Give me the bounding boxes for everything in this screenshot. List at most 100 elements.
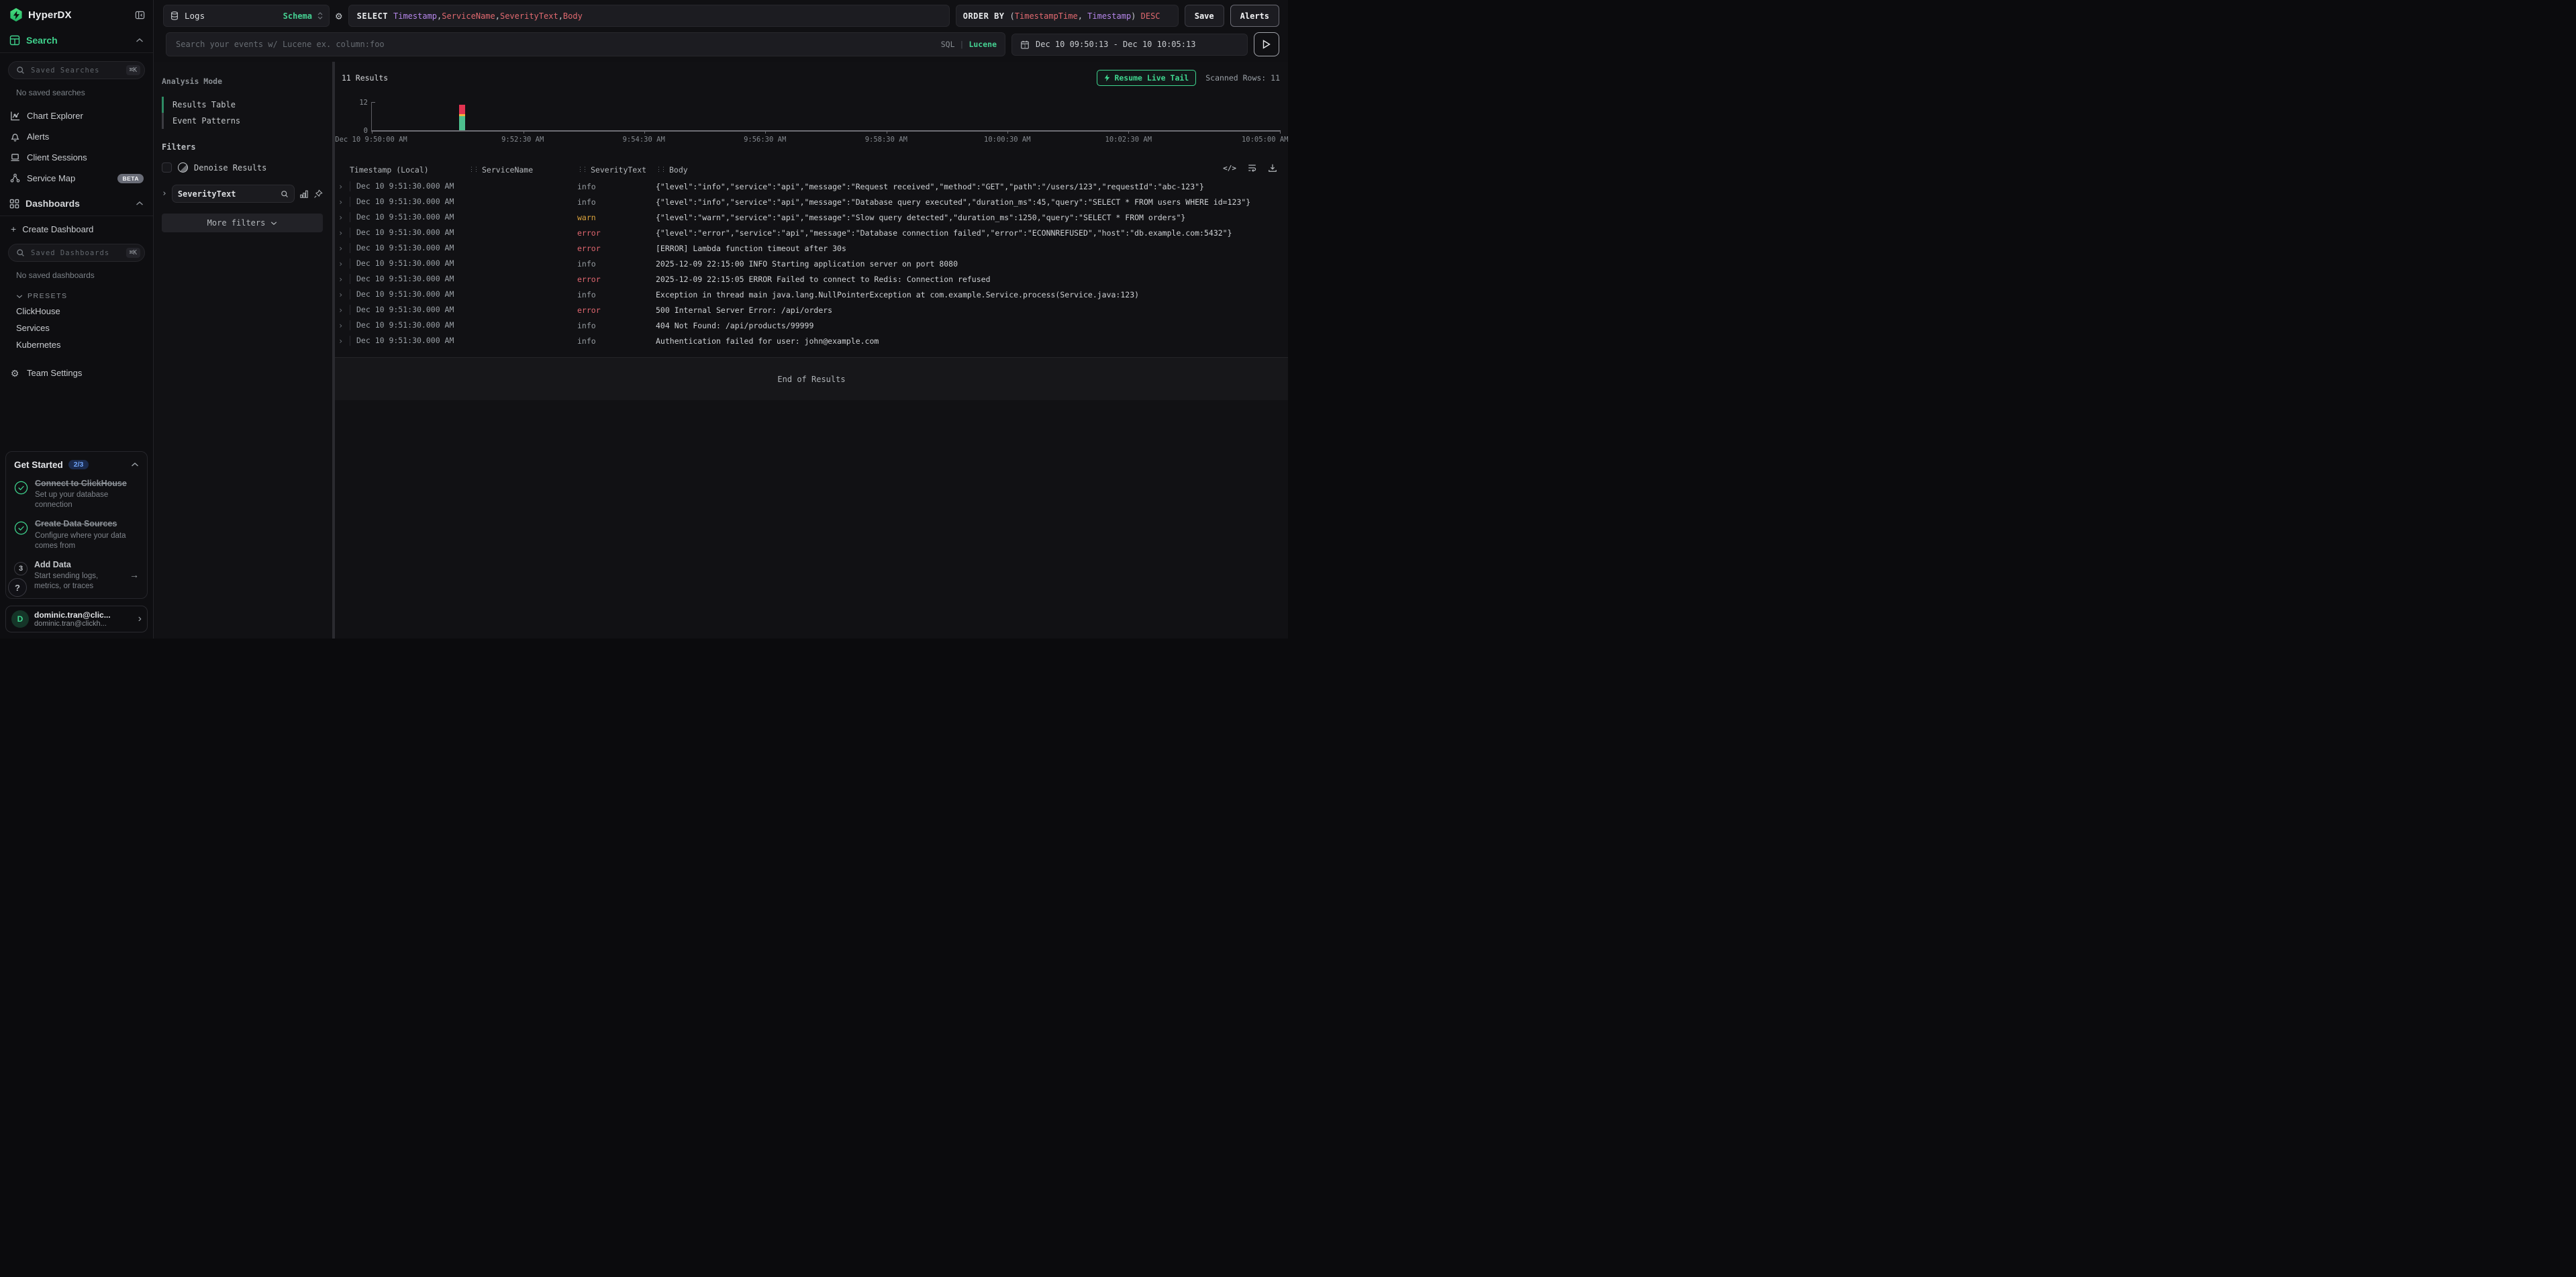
- column-header-timestamp[interactable]: Timestamp (Local): [350, 165, 468, 175]
- resume-live-tail-button[interactable]: Resume Live Tail: [1097, 70, 1196, 86]
- alerts-button[interactable]: Alerts: [1230, 5, 1279, 27]
- drag-handle-icon[interactable]: ⋮⋮: [656, 167, 665, 173]
- sidebar-section-dashboards[interactable]: Dashboards: [0, 191, 153, 216]
- download-icon[interactable]: [1268, 163, 1277, 173]
- chart-explorer-icon: [9, 111, 20, 121]
- row-expand-icon[interactable]: ›: [338, 259, 350, 269]
- get-started-header[interactable]: Get Started 2/3: [14, 460, 139, 470]
- saved-searches-input[interactable]: ⌘K: [8, 61, 145, 79]
- row-expand-icon[interactable]: ›: [338, 213, 350, 222]
- sidebar-item-client-sessions[interactable]: Client Sessions: [0, 147, 153, 168]
- wrap-text-icon[interactable]: [1247, 163, 1257, 173]
- help-button[interactable]: ?: [8, 578, 27, 597]
- table-row[interactable]: ›Dec 10 9:51:30.000 AMinfo404 Not Found:…: [335, 318, 1288, 333]
- sidebar-item-alerts[interactable]: Alerts: [0, 126, 153, 147]
- table-row[interactable]: ›Dec 10 9:51:30.000 AMerror{"level":"err…: [335, 225, 1288, 240]
- chevron-up-icon[interactable]: [136, 201, 144, 206]
- sidebar-item-chart-explorer[interactable]: Chart Explorer: [0, 105, 153, 126]
- pin-icon[interactable]: [313, 189, 323, 199]
- run-query-button[interactable]: [1254, 32, 1279, 56]
- avatar: D: [11, 610, 29, 628]
- top-query-bar: Logs Schema ⚙ SELECT Timestamp,ServiceNa…: [154, 0, 1288, 31]
- column-header-severitytext[interactable]: ⋮⋮SeverityText: [577, 165, 656, 175]
- select-tokens: Timestamp,ServiceName,SeverityText,Body: [393, 11, 583, 21]
- table-row[interactable]: ›Dec 10 9:51:30.000 AMerror[ERROR] Lambd…: [335, 240, 1288, 256]
- table-row[interactable]: ›Dec 10 9:51:30.000 AMinfo{"level":"info…: [335, 194, 1288, 209]
- sql-toggle[interactable]: SQL: [941, 40, 955, 49]
- filters-label: Filters: [162, 142, 323, 152]
- denoise-results-toggle[interactable]: Denoise Results: [162, 162, 323, 173]
- drag-handle-icon[interactable]: ⋮⋮: [468, 167, 478, 173]
- chevron-right-icon[interactable]: ›: [162, 189, 167, 199]
- source-settings-gear-icon[interactable]: ⚙: [336, 11, 342, 21]
- checkbox-unchecked[interactable]: [162, 162, 172, 173]
- row-expand-icon[interactable]: ›: [338, 228, 350, 238]
- saved-searches-field[interactable]: [30, 66, 121, 75]
- saved-dashboards-input[interactable]: ⌘K: [8, 244, 145, 262]
- more-filters-button[interactable]: More filters: [162, 214, 323, 232]
- mode-event-patterns[interactable]: Event Patterns: [162, 113, 323, 129]
- table-row[interactable]: ›Dec 10 9:51:30.000 AMinfoException in t…: [335, 287, 1288, 302]
- step-add-data[interactable]: 3 Add Data Start sending logs, metrics, …: [14, 560, 139, 592]
- presets-toggle[interactable]: PRESETS: [0, 284, 153, 303]
- code-icon[interactable]: </>: [1223, 164, 1236, 173]
- hyperdx-logo-icon: [9, 8, 23, 21]
- arrow-right-icon: →: [130, 569, 139, 580]
- user-card[interactable]: D dominic.tran@clic... dominic.tran@clic…: [5, 606, 148, 632]
- chevron-up-icon[interactable]: [136, 38, 144, 43]
- event-search-input[interactable]: [175, 39, 936, 50]
- preset-clickhouse[interactable]: ClickHouse: [0, 303, 153, 320]
- search-icon[interactable]: [281, 190, 289, 198]
- drag-handle-icon[interactable]: ⋮⋮: [577, 167, 587, 173]
- saved-dashboards-field[interactable]: [30, 248, 121, 258]
- step-connect-clickhouse[interactable]: Connect to ClickHouse Set up your databa…: [14, 479, 139, 511]
- sidebar-item-service-map[interactable]: Service Map BETA: [0, 168, 153, 189]
- event-search-box[interactable]: SQL | Lucene: [166, 32, 1005, 56]
- row-expand-icon[interactable]: ›: [338, 336, 350, 346]
- lucene-toggle[interactable]: Lucene: [969, 40, 997, 49]
- table-row[interactable]: ›Dec 10 9:51:30.000 AMwarn{"level":"warn…: [335, 209, 1288, 225]
- row-timestamp: Dec 10 9:51:30.000 AM: [350, 289, 468, 299]
- preset-services[interactable]: Services: [0, 320, 153, 336]
- select-query-input[interactable]: SELECT Timestamp,ServiceName,SeverityTex…: [348, 5, 950, 27]
- chart-plot[interactable]: 12 0: [371, 102, 1280, 132]
- x-axis-label: 10:02:30 AM: [1105, 136, 1152, 144]
- save-button[interactable]: Save: [1185, 5, 1224, 27]
- preset-kubernetes[interactable]: Kubernetes: [0, 336, 153, 353]
- column-header-servicename[interactable]: ⋮⋮ServiceName: [468, 165, 577, 175]
- row-expand-icon[interactable]: ›: [338, 182, 350, 191]
- row-expand-icon[interactable]: ›: [338, 321, 350, 330]
- filter-field-pill[interactable]: SeverityText: [172, 185, 295, 203]
- table-row[interactable]: ›Dec 10 9:51:30.000 AMinfo{"level":"info…: [335, 179, 1288, 194]
- sidebar-item-label: Client Sessions: [27, 152, 87, 162]
- x-axis-label: 9:56:30 AM: [744, 136, 786, 144]
- create-dashboard-button[interactable]: + Create Dashboard: [0, 216, 153, 236]
- histogram-bar[interactable]: [459, 102, 465, 130]
- source-select[interactable]: Logs Schema: [163, 5, 330, 27]
- query-token: DESC: [1136, 11, 1160, 21]
- bar-chart-icon[interactable]: [299, 189, 309, 199]
- row-expand-icon[interactable]: ›: [338, 275, 350, 284]
- sidebar-section-search[interactable]: Search: [0, 28, 153, 53]
- collapse-sidebar-icon[interactable]: [135, 10, 145, 20]
- mode-results-table[interactable]: Results Table: [162, 97, 323, 113]
- check-circle-icon: [14, 481, 28, 495]
- row-expand-icon[interactable]: ›: [338, 197, 350, 207]
- bar-segment-info: [459, 116, 465, 130]
- row-expand-icon[interactable]: ›: [338, 290, 350, 299]
- time-range-picker[interactable]: 1 Dec 10 09:50:13 - Dec 10 10:05:13: [1011, 34, 1248, 56]
- table-row[interactable]: ›Dec 10 9:51:30.000 AMerror2025-12-09 22…: [335, 271, 1288, 287]
- table-row[interactable]: ›Dec 10 9:51:30.000 AMerror500 Internal …: [335, 302, 1288, 318]
- table-row[interactable]: ›Dec 10 9:51:30.000 AMinfoAuthentication…: [335, 333, 1288, 348]
- language-toggle: SQL | Lucene: [941, 40, 997, 49]
- column-header-body[interactable]: ⋮⋮Body: [656, 165, 1288, 175]
- step-create-data-sources[interactable]: Create Data Sources Configure where your…: [14, 519, 139, 551]
- row-expand-icon[interactable]: ›: [338, 305, 350, 315]
- table-row[interactable]: ›Dec 10 9:51:30.000 AMinfo2025-12-09 22:…: [335, 256, 1288, 271]
- user-name: dominic.tran@clic...: [34, 610, 111, 620]
- query-token: ,: [495, 11, 500, 21]
- orderby-input[interactable]: ORDER BY (TimestampTime, Timestamp) DESC: [956, 5, 1179, 27]
- row-expand-icon[interactable]: ›: [338, 244, 350, 253]
- sidebar-item-team-settings[interactable]: ⚙ Team Settings: [0, 363, 153, 383]
- chevron-up-icon[interactable]: [131, 462, 139, 467]
